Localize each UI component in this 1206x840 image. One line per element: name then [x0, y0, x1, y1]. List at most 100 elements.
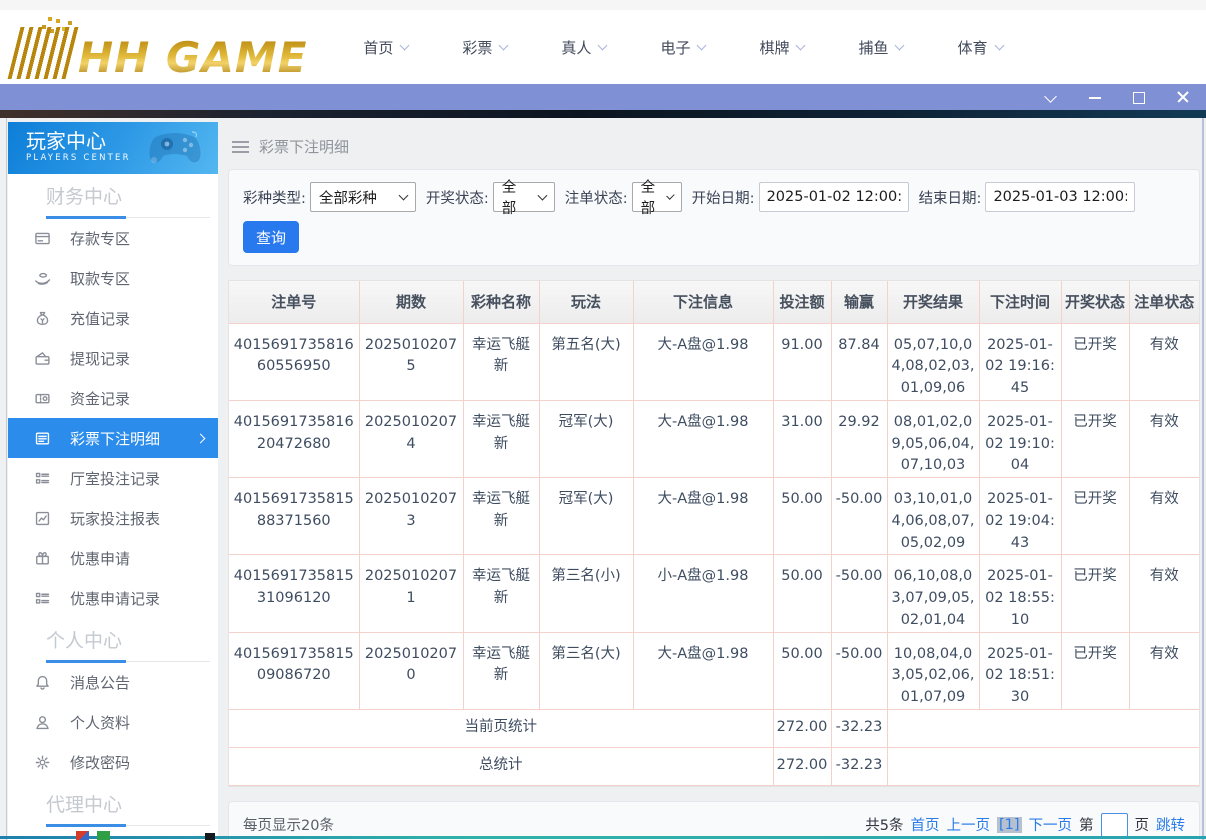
- summary-label: 总统计: [229, 746, 774, 786]
- sidebar-item-promo-apply-record[interactable]: 优惠申请记录: [8, 578, 218, 618]
- column-header: 下注时间: [978, 281, 1062, 324]
- sidebar-item-recharge-record[interactable]: 充值记录: [8, 298, 218, 338]
- table-cell: 2025-01-02 19:04:43: [978, 476, 1062, 556]
- table-cell: 50.00: [772, 554, 832, 633]
- table-cell: 有效: [1128, 476, 1199, 556]
- pager: 共5条 首页 上一页 [1] 下一页 第 页 跳转: [865, 812, 1185, 837]
- sidebar-section-heading-label: 个人中心: [46, 630, 123, 652]
- table-cell: 幸运飞艇新: [462, 399, 540, 479]
- money-bag-icon: [34, 310, 51, 327]
- sidebar-item-promo-apply[interactable]: 优惠申请: [8, 538, 218, 578]
- lottery-type-label: 彩种类型:: [243, 190, 306, 207]
- summary-label: 当前页统计: [229, 708, 774, 748]
- table-cell: -50.00: [830, 631, 888, 710]
- chevron-down-icon: [895, 40, 905, 50]
- gear-icon: [34, 754, 51, 771]
- sidebar-item-label: 提现记录: [70, 349, 131, 368]
- sidebar-item-label: 取款专区: [70, 269, 131, 288]
- nav-item-live[interactable]: 真人: [561, 37, 608, 58]
- bet-table: 注单号 期数 彩种名称 玩法 下注信息 投注额 输赢 开奖结果 下注时间 开奖状态 注单状态 401…: [229, 281, 1199, 786]
- sidebar-item-label: 存款专区: [70, 229, 131, 248]
- sidebar-item-label: 彩票下注明细: [70, 429, 161, 448]
- collapse-icon[interactable]: [1044, 90, 1058, 104]
- nav-item-label: 电子: [660, 38, 691, 57]
- minimize-icon[interactable]: [1088, 90, 1102, 104]
- draw-status-value: 全部: [501, 180, 517, 217]
- sidebar-item-notice[interactable]: 消息公告: [8, 662, 218, 702]
- sidebar-item-change-password[interactable]: 修改密码: [8, 742, 218, 782]
- sidebar-item-lottery-bet-detail[interactable]: 彩票下注明细: [8, 418, 218, 458]
- content-area: 彩票下注明细 彩种类型: 全部彩种 开奖状态: 全部 注单状态: 全部 开始日期…: [228, 122, 1200, 840]
- table-cell: -50.00: [830, 476, 888, 556]
- order-status-select[interactable]: 全部: [631, 180, 682, 217]
- prev-page-link[interactable]: 上一页: [946, 814, 990, 835]
- jump-page-input[interactable]: [1100, 812, 1128, 837]
- table-cell: 50.00: [772, 631, 832, 710]
- column-header: 注单号: [229, 281, 360, 324]
- chevron-down-icon: [994, 40, 1004, 50]
- nav-item-chess[interactable]: 棋牌: [759, 37, 806, 58]
- column-header: 玩法: [538, 281, 634, 324]
- sidebar-section-heading: 个人中心: [46, 626, 210, 663]
- column-header: 下注信息: [632, 281, 774, 324]
- sidebar-section-heading: 代理中心: [46, 790, 210, 827]
- sidebar-item-hall-bet-record[interactable]: 厅室投注记录: [8, 458, 218, 498]
- table-cell: 2025-01-02 19:10:04: [978, 399, 1062, 479]
- sidebar-item-profile[interactable]: 个人资料: [8, 702, 218, 742]
- nav-item-home[interactable]: 首页: [363, 37, 410, 58]
- column-header: 注单状态: [1128, 281, 1199, 324]
- table-cell: 50.00: [772, 476, 832, 556]
- nav-item-label: 棋牌: [759, 38, 790, 57]
- table-cell: 大-A盘@1.98: [632, 399, 774, 479]
- sidebar-section-heading-label: 代理中心: [46, 794, 123, 816]
- column-header: 开奖结果: [886, 281, 980, 324]
- sidebar-item-label: 充值记录: [70, 309, 131, 328]
- table-cell: 2025-01-02 19:16:45: [978, 322, 1062, 401]
- deposit-card-icon: [34, 230, 51, 247]
- jump-prefix: 第: [1079, 818, 1094, 835]
- sidebar-item-funds-record[interactable]: 资金记录: [8, 378, 218, 418]
- sidebar-item-label: 优惠申请记录: [70, 589, 161, 608]
- top-navigation: HH GAME 首页 彩票 真人 电子 棋牌 捕鱼 体育: [0, 0, 1206, 84]
- table-cell: 29.92: [830, 399, 888, 479]
- desktop-icon-fragment: [97, 831, 110, 840]
- end-date-input[interactable]: [985, 182, 1136, 212]
- sidebar: 玩家中心 PLAYERS CENTER 财务中心 存款专区 取款专区 充值记录 提现记录…: [8, 122, 218, 840]
- logo-dots-decoration: [48, 17, 52, 21]
- sidebar-item-player-bet-report[interactable]: 玩家投注报表: [8, 498, 218, 538]
- start-date-input[interactable]: [758, 182, 909, 212]
- breadcrumb: 彩票下注明细: [228, 122, 1200, 169]
- chevron-down-icon: [399, 40, 410, 50]
- table-cell: 小-A盘@1.98: [632, 554, 774, 633]
- column-header: 期数: [358, 281, 464, 324]
- nav-item-fishing[interactable]: 捕鱼: [858, 37, 905, 58]
- nav-item-label: 首页: [363, 38, 394, 57]
- sidebar-item-withdrawal-record[interactable]: 提现记录: [8, 338, 218, 378]
- sidebar-item-deposit[interactable]: 存款专区: [8, 218, 218, 258]
- nav-item-lottery[interactable]: 彩票: [462, 37, 509, 58]
- sidebar-item-withdraw[interactable]: 取款专区: [8, 258, 218, 298]
- chevron-down-icon: [666, 191, 675, 200]
- query-button[interactable]: 查询: [243, 221, 299, 253]
- maximize-icon[interactable]: [1132, 90, 1146, 104]
- summary-row: 总统计 272.00 -32.23: [229, 746, 1199, 786]
- logo[interactable]: HH GAME: [7, 15, 307, 79]
- close-icon[interactable]: [1176, 90, 1190, 104]
- desktop-icon-fragment: [76, 831, 89, 840]
- filter-panel: 彩种类型: 全部彩种 开奖状态: 全部 注单状态: 全部 开始日期: 结束日期:: [228, 169, 1200, 266]
- lottery-type-select[interactable]: 全部彩种: [309, 182, 416, 212]
- next-page-link[interactable]: 下一页: [1029, 814, 1073, 835]
- table-cell: 已开奖: [1060, 631, 1130, 710]
- jump-button[interactable]: 跳转: [1156, 814, 1185, 835]
- nav-item-label: 捕鱼: [858, 38, 889, 57]
- total-count: 共5条: [865, 818, 904, 835]
- nav-item-electronic[interactable]: 电子: [660, 37, 707, 58]
- first-page-link[interactable]: 首页: [910, 814, 939, 835]
- bell-icon: [34, 674, 51, 691]
- nav-item-sports[interactable]: 体育: [957, 37, 1004, 58]
- window-bottom-edge: [0, 836, 1206, 839]
- draw-status-select[interactable]: 全部: [492, 180, 555, 217]
- sidebar-item-label: 优惠申请: [70, 549, 131, 568]
- hamburger-icon[interactable]: [232, 138, 249, 156]
- table-cell: 幸运飞艇新: [462, 631, 540, 710]
